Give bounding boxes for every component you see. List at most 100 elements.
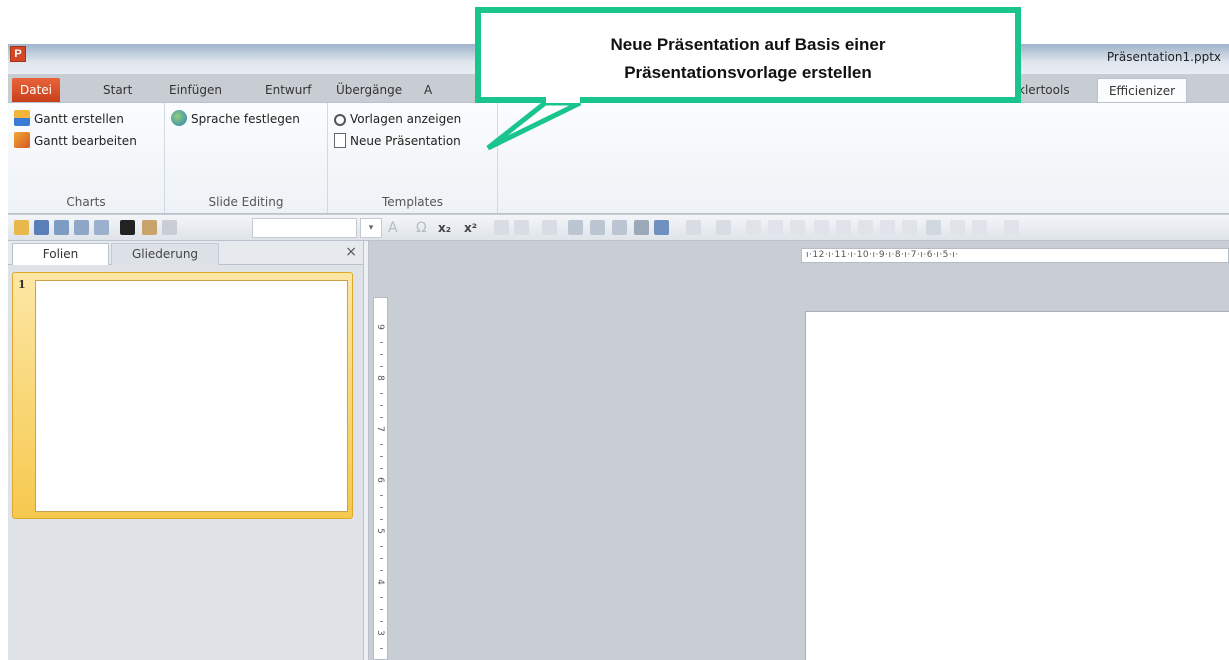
formatting-toolbar: ▾ A Ω x₂ x² [8, 215, 1229, 241]
gantt-erstellen-button[interactable]: Gantt erstellen [14, 109, 124, 129]
group-templates: Vorlagen anzeigen Neue Präsentation Temp… [328, 103, 498, 213]
align-bottom-icon[interactable] [814, 220, 829, 235]
tab-gliederung[interactable]: Gliederung [111, 243, 219, 265]
slide-canvas[interactable] [805, 311, 1229, 660]
vorlagen-anzeigen-label: Vorlagen anzeigen [350, 112, 462, 126]
neue-praesentation-label: Neue Präsentation [350, 134, 461, 148]
vertical-ruler-number: 4 [374, 579, 385, 585]
vertical-ruler-tick [380, 648, 383, 649]
slides-pane: Folien Gliederung × 1 [8, 241, 363, 660]
tab-efficienizer[interactable]: Efficienizer [1097, 78, 1187, 102]
tab-start[interactable]: Start [103, 78, 132, 102]
font-color-button[interactable]: A [388, 218, 398, 238]
vertical-ruler-tick [380, 468, 383, 469]
close-icon[interactable]: × [345, 244, 357, 260]
vertical-ruler-number: 7 [374, 426, 385, 432]
vertical-ruler-tick [380, 570, 383, 571]
shapes-icon[interactable] [654, 220, 669, 235]
vertical-ruler-tick [380, 507, 383, 508]
vertical-ruler-tick [380, 342, 383, 343]
align-left-icon[interactable] [568, 220, 583, 235]
vertical-ruler-tick [380, 519, 383, 520]
vertical-ruler-number: 6 [374, 477, 385, 483]
callout-line-2: Präsentationsvorlage erstellen [624, 63, 872, 82]
tab-animationen[interactable]: A [424, 78, 432, 102]
slide-icon[interactable] [34, 220, 49, 235]
gantt-bearbeiten-button[interactable]: Gantt bearbeiten [14, 131, 137, 151]
vertical-ruler-tick [380, 444, 383, 445]
paragraph-icon[interactable] [542, 220, 557, 235]
vertical-ruler-tick [380, 495, 383, 496]
rotate-icon[interactable] [950, 220, 965, 235]
powerpoint-logo-icon[interactable]: P [10, 46, 26, 62]
vorlagen-anzeigen-button[interactable]: Vorlagen anzeigen [334, 109, 461, 129]
align-center-icon[interactable] [590, 220, 605, 235]
group-icon[interactable] [972, 220, 987, 235]
slide-number: 1 [18, 278, 26, 291]
superscript-button[interactable]: x² [464, 218, 477, 238]
globe-icon [171, 110, 187, 126]
line-spacing-icon[interactable] [514, 220, 529, 235]
vertical-center-icon[interactable] [880, 220, 895, 235]
spacing-icon[interactable] [902, 220, 917, 235]
group-charts: Gantt erstellen Gantt bearbeiten Charts [8, 103, 165, 213]
ribbon-panel: Gantt erstellen Gantt bearbeiten Charts … [8, 102, 1229, 214]
sprache-festlegen-label: Sprache festlegen [191, 112, 300, 126]
tab-einfuegen[interactable]: Einfügen [169, 78, 222, 102]
vertical-ruler-tick [380, 597, 383, 598]
tab-folien[interactable]: Folien [12, 243, 109, 265]
order-icon[interactable] [1004, 220, 1019, 235]
height-icon[interactable] [926, 220, 941, 235]
layout-icon[interactable] [74, 220, 89, 235]
align-top-icon[interactable] [790, 220, 805, 235]
vertical-ruler-number: 3 [374, 630, 385, 636]
gantt-bearbeiten-label: Gantt bearbeiten [34, 134, 137, 148]
vertical-ruler-number: 5 [374, 528, 385, 534]
slide-thumbnail-selected[interactable]: 1 [12, 272, 353, 519]
group-label-templates: Templates [381, 195, 443, 209]
arrange-icon[interactable] [686, 220, 701, 235]
align-right-icon[interactable] [612, 220, 627, 235]
align-icon[interactable] [768, 220, 783, 235]
vertical-ruler-tick [380, 354, 383, 355]
gantt-edit-icon [14, 132, 30, 148]
tab-entwurf[interactable]: Entwurf [265, 78, 311, 102]
vertical-ruler-tick [380, 621, 383, 622]
tab-datei[interactable]: Datei [12, 78, 60, 102]
clipboard-icon[interactable] [54, 220, 69, 235]
document-title: Präsentation1.pptx [1106, 50, 1221, 64]
callout-annotation: Neue Präsentation auf Basis einer Präsen… [475, 7, 1021, 103]
callout-text: Neue Präsentation auf Basis einer Präsen… [481, 31, 1015, 87]
open-folder-icon[interactable] [14, 220, 29, 235]
distribute-icon[interactable] [746, 220, 761, 235]
textbox-icon[interactable] [634, 220, 649, 235]
tab-entwicklertools[interactable]: klertools [1018, 78, 1070, 102]
tab-uebergaenge[interactable]: Übergänge [336, 78, 402, 102]
pane-tabs: Folien Gliederung × [8, 241, 363, 265]
subscript-button[interactable]: x₂ [438, 218, 451, 238]
gantt-chart-icon [14, 110, 30, 126]
format-painter-icon[interactable] [142, 220, 157, 235]
align-middle-icon[interactable] [836, 220, 851, 235]
table-icon[interactable] [94, 220, 109, 235]
group-label-charts: Charts [66, 195, 106, 209]
vertical-ruler-tick [380, 546, 383, 547]
magnifier-icon [334, 114, 346, 126]
quick-styles-icon[interactable] [716, 220, 731, 235]
font-name-input[interactable] [252, 218, 357, 238]
font-size-dropdown[interactable]: ▾ [360, 218, 382, 238]
sprache-festlegen-button[interactable]: Sprache festlegen [171, 109, 300, 129]
slide-thumbnail[interactable] [35, 280, 348, 512]
callout-line-1: Neue Präsentation auf Basis einer [610, 35, 886, 54]
vertical-ruler: 9 8 7 6 5 4 3 [373, 297, 388, 660]
neue-praesentation-button[interactable]: Neue Präsentation [334, 131, 461, 151]
vertical-ruler-tick [380, 405, 383, 406]
center-icon[interactable] [858, 220, 873, 235]
spellcheck-icon[interactable] [162, 220, 177, 235]
fill-color-icon[interactable] [120, 220, 135, 235]
vertical-ruler-tick [380, 456, 383, 457]
symbol-button[interactable]: Ω [416, 218, 427, 238]
bullets-icon[interactable] [494, 220, 509, 235]
group-slide-editing: Sprache festlegen Slide Editing [165, 103, 328, 213]
new-document-icon [334, 133, 346, 148]
